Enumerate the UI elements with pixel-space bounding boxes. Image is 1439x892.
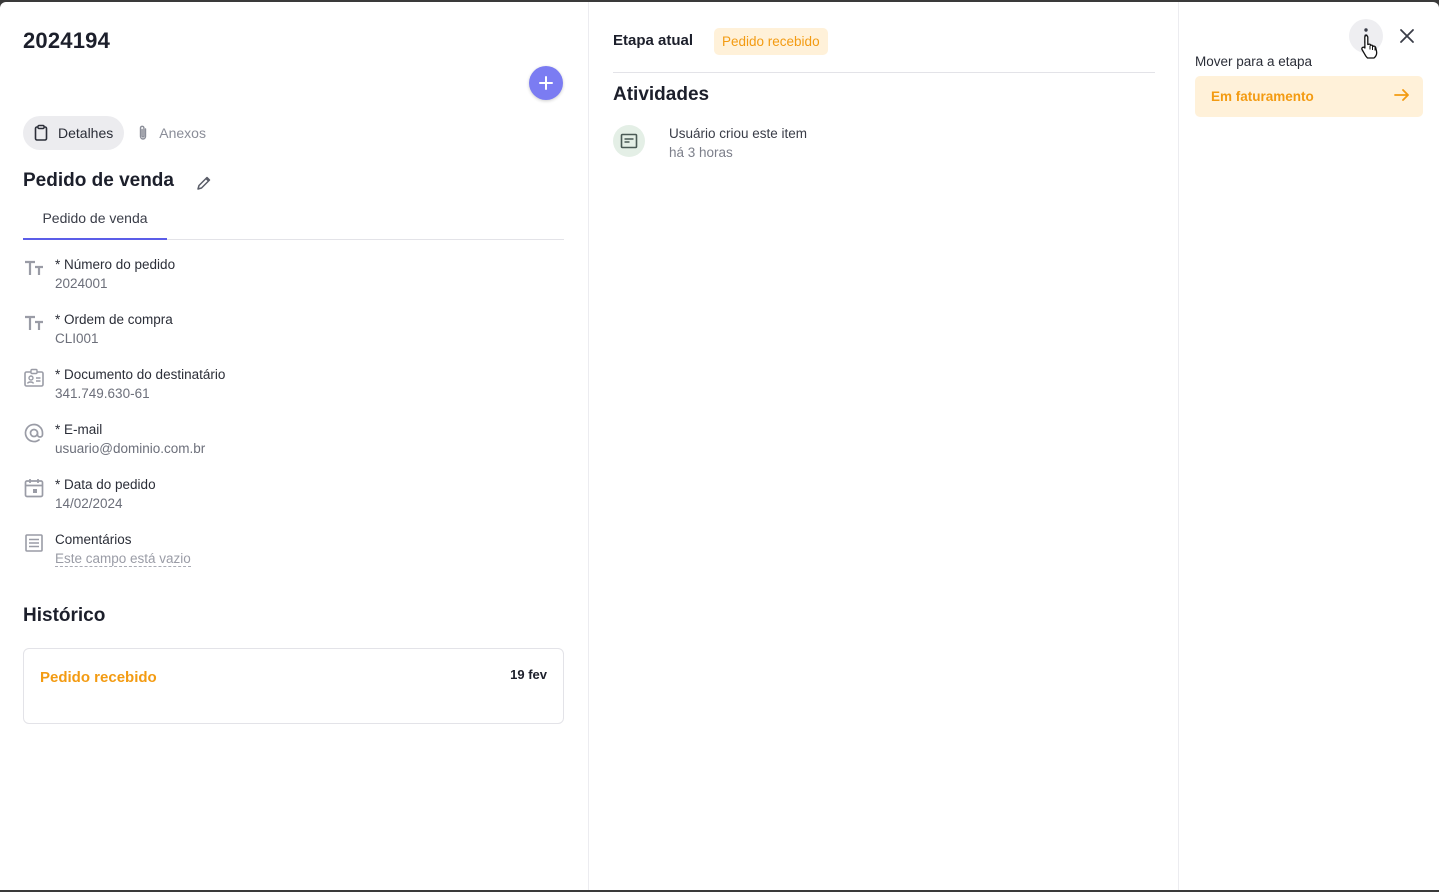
more-options-button[interactable] bbox=[1349, 19, 1383, 53]
field-documento-destinatario[interactable]: * Documento do destinatário 341.749.630-… bbox=[23, 367, 563, 417]
stage-actions-panel: Mover para a etapa Em faturamento bbox=[1179, 2, 1439, 890]
activities-title: Atividades bbox=[613, 84, 710, 105]
id-card-icon bbox=[24, 368, 44, 387]
move-stage-label: Mover para a etapa bbox=[1195, 54, 1313, 69]
field-value-empty[interactable]: Este campo está vazio bbox=[55, 551, 191, 567]
item-detail-modal: 2024194 Detalhes Anexos Pedido de venda … bbox=[0, 2, 1439, 890]
current-stage-label: Etapa atual bbox=[613, 32, 694, 49]
arrow-right-icon bbox=[1394, 89, 1409, 101]
paperclip-icon bbox=[140, 125, 147, 140]
field-value: 2024001 bbox=[55, 276, 108, 291]
plus-icon bbox=[539, 76, 553, 90]
field-label: Comentários bbox=[55, 532, 132, 547]
field-label: * Número do pedido bbox=[55, 257, 176, 272]
field-label: * E-mail bbox=[55, 422, 103, 437]
activity-panel: Etapa atual Pedido recebido Atividades U… bbox=[589, 2, 1179, 890]
form-title: Pedido de venda bbox=[23, 170, 174, 191]
card-icon bbox=[620, 133, 638, 149]
more-vertical-icon bbox=[1364, 28, 1368, 44]
field-comentarios[interactable]: Comentários Este campo está vazio bbox=[23, 532, 563, 582]
history-card: Pedido recebido 19 fev bbox=[23, 648, 564, 724]
current-stage-badge: Pedido recebido bbox=[714, 28, 828, 55]
detail-tabs: Detalhes Anexos bbox=[23, 116, 217, 150]
close-icon bbox=[1400, 29, 1414, 43]
add-button[interactable] bbox=[529, 66, 563, 100]
history-stage: Pedido recebido bbox=[40, 669, 157, 686]
field-data-pedido[interactable]: * Data do pedido 14/02/2024 bbox=[23, 477, 563, 527]
divider bbox=[613, 72, 1155, 73]
subtab-pedido-de-venda[interactable]: Pedido de venda bbox=[23, 198, 167, 240]
clipboard-icon bbox=[34, 124, 48, 141]
activity-avatar bbox=[613, 125, 645, 157]
close-button[interactable] bbox=[1395, 24, 1419, 48]
field-label: * Documento do destinatário bbox=[55, 367, 226, 382]
field-value: 341.749.630-61 bbox=[55, 386, 150, 401]
field-label: * Data do pedido bbox=[55, 477, 156, 492]
activity-text: Usuário criou este item bbox=[669, 126, 808, 141]
history-title: Histórico bbox=[23, 605, 106, 626]
field-value: usuario@dominio.com.br bbox=[55, 441, 206, 456]
tab-detalhes-label: Detalhes bbox=[58, 125, 114, 141]
item-id-title: 2024194 bbox=[23, 28, 111, 53]
tab-detalhes[interactable]: Detalhes bbox=[23, 116, 125, 150]
edit-form-button[interactable] bbox=[194, 173, 214, 193]
pencil-icon bbox=[197, 176, 211, 190]
move-target-label: Em faturamento bbox=[1211, 89, 1314, 104]
field-numero-pedido[interactable]: * Número do pedido 2024001 bbox=[23, 257, 563, 307]
move-to-stage-button[interactable]: Em faturamento bbox=[1195, 76, 1423, 117]
details-panel: 2024194 Detalhes Anexos Pedido de venda … bbox=[0, 2, 589, 890]
field-label: * Ordem de compra bbox=[55, 312, 173, 327]
at-sign-icon bbox=[24, 423, 44, 443]
text-type-icon bbox=[25, 260, 43, 275]
tab-anexos[interactable]: Anexos bbox=[126, 116, 217, 150]
text-type-icon bbox=[25, 315, 43, 330]
field-value: CLI001 bbox=[55, 331, 99, 346]
form-subtabs: Pedido de venda bbox=[23, 198, 564, 240]
history-date: 19 fev bbox=[510, 667, 547, 682]
field-email[interactable]: * E-mail usuario@dominio.com.br bbox=[23, 422, 563, 472]
long-text-icon bbox=[25, 534, 43, 552]
field-ordem-compra[interactable]: * Ordem de compra CLI001 bbox=[23, 312, 563, 362]
tab-anexos-label: Anexos bbox=[159, 125, 206, 141]
activity-time: há 3 horas bbox=[669, 145, 733, 160]
field-value: 14/02/2024 bbox=[55, 496, 123, 511]
calendar-icon bbox=[24, 479, 44, 498]
